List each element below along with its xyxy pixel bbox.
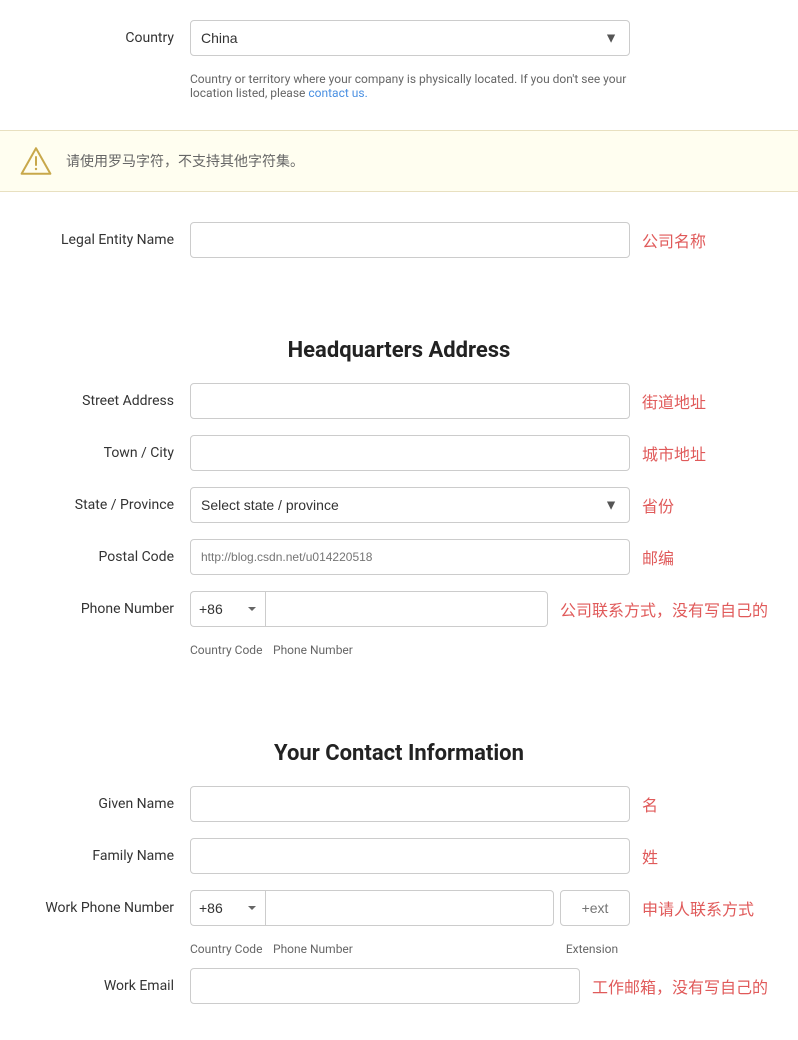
- phone-labels: Country Code Phone Number: [190, 643, 630, 657]
- contact-title: Your Contact Information: [30, 741, 768, 766]
- work-phone-country-code-select[interactable]: +86 +1 +44: [190, 890, 265, 926]
- postal-label: Postal Code: [30, 549, 190, 565]
- phone-inputs: +86 +1 +44: [190, 591, 548, 627]
- legal-entity-annotation: 公司名称: [642, 228, 706, 252]
- street-label: Street Address: [30, 393, 190, 409]
- work-phone-ext-input[interactable]: [560, 890, 630, 926]
- legal-entity-label: Legal Entity Name: [30, 232, 190, 248]
- warning-text: 请使用罗马字符，不支持其他字符集。: [66, 151, 304, 171]
- work-phone-number-label: Phone Number: [265, 942, 548, 956]
- warning-icon: [20, 145, 52, 177]
- state-select-wrapper: Select state / province ▼: [190, 487, 630, 523]
- work-phone-inputs: +86 +1 +44: [190, 890, 630, 926]
- state-label: State / Province: [30, 497, 190, 513]
- phone-label: Phone Number: [30, 601, 190, 617]
- city-input[interactable]: [190, 435, 630, 471]
- work-phone-number-input[interactable]: [265, 890, 554, 926]
- work-phone-ext-label: Extension: [554, 942, 630, 956]
- street-input[interactable]: [190, 383, 630, 419]
- work-phone-code-label: Country Code: [190, 942, 265, 956]
- family-name-label: Family Name: [30, 848, 190, 864]
- given-name-label: Given Name: [30, 796, 190, 812]
- work-email-annotation: 工作邮箱，没有写自己的: [592, 974, 768, 998]
- warning-banner: 请使用罗马字符，不支持其他字符集。: [0, 130, 798, 192]
- country-label: Country: [30, 30, 190, 46]
- phone-annotation: 公司联系方式，没有写自己的: [560, 597, 768, 621]
- given-name-annotation: 名: [642, 792, 658, 816]
- street-annotation: 街道地址: [642, 389, 706, 413]
- postal-input[interactable]: [190, 539, 630, 575]
- phone-number-label: Phone Number: [265, 643, 630, 657]
- work-email-input[interactable]: [190, 968, 580, 1004]
- given-name-input[interactable]: [190, 786, 630, 822]
- work-email-label: Work Email: [30, 978, 190, 994]
- country-select-wrapper: China United States Japan ▼: [190, 20, 630, 56]
- country-select[interactable]: China United States Japan: [190, 20, 630, 56]
- phone-code-label: Country Code: [190, 643, 265, 657]
- postal-annotation: 邮编: [642, 545, 674, 569]
- headquarters-title: Headquarters Address: [30, 338, 768, 363]
- work-phone-labels: Country Code Phone Number Extension: [190, 942, 630, 956]
- city-label: Town / City: [30, 445, 190, 461]
- family-name-input[interactable]: [190, 838, 630, 874]
- contact-us-link[interactable]: contact us.: [308, 86, 367, 100]
- state-select[interactable]: Select state / province: [190, 487, 630, 523]
- city-annotation: 城市地址: [642, 441, 706, 465]
- work-phone-annotation: 申请人联系方式: [642, 896, 754, 920]
- phone-country-code-select[interactable]: +86 +1 +44: [190, 591, 265, 627]
- state-annotation: 省份: [642, 493, 674, 517]
- family-name-annotation: 姓: [642, 844, 658, 868]
- legal-entity-input[interactable]: [190, 222, 630, 258]
- phone-number-input[interactable]: [265, 591, 548, 627]
- country-helper-text: Country or territory where your company …: [190, 72, 630, 100]
